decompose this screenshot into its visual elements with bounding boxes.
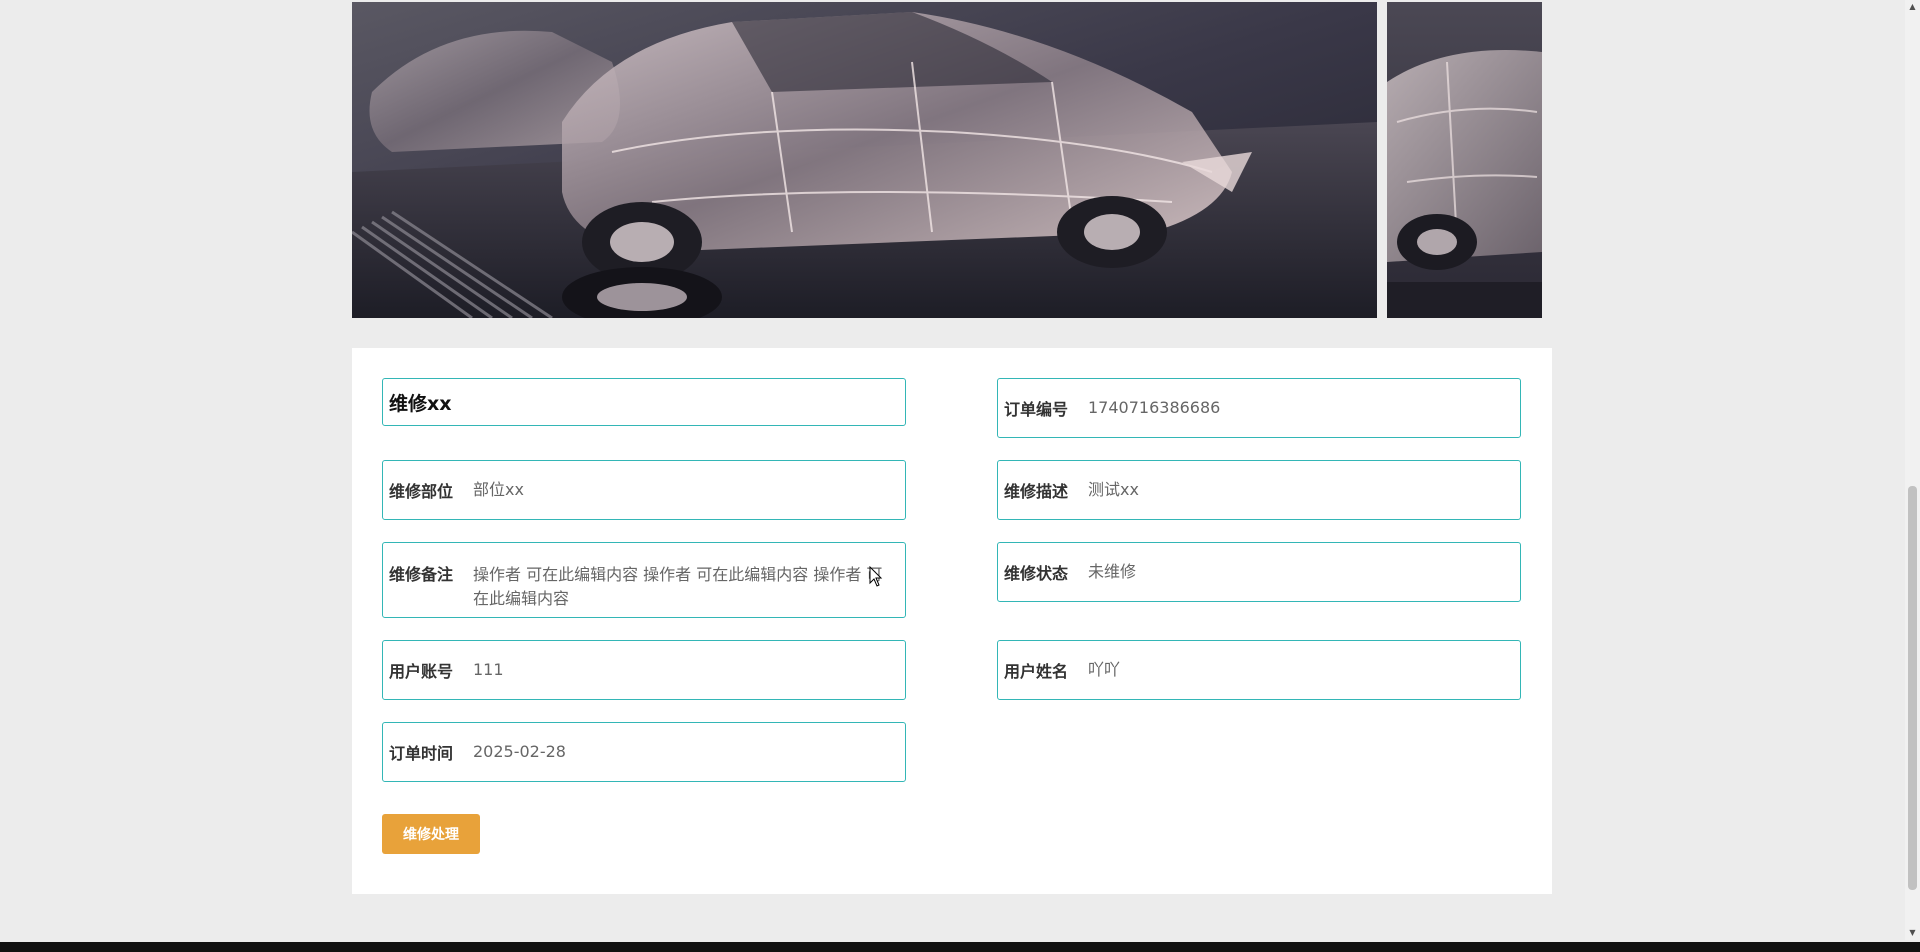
- banner-carousel[interactable]: [352, 0, 1542, 318]
- remark-value[interactable]: 操作者 可在此编辑内容 操作者 可在此编辑内容 操作者 可在此编辑内容: [473, 563, 891, 611]
- scrollbar-thumb[interactable]: [1908, 486, 1917, 890]
- user-account-field[interactable]: 用户账号 111: [382, 640, 906, 700]
- bottom-bar: [0, 942, 1920, 952]
- order-no-field[interactable]: 订单编号 1740716386686: [997, 378, 1521, 438]
- user-name-value: 吖吖: [1088, 660, 1121, 679]
- order-no-value: 1740716386686: [1088, 398, 1221, 417]
- user-account-label: 用户账号: [389, 662, 454, 681]
- user-name-field[interactable]: 用户姓名 吖吖: [997, 640, 1521, 700]
- mouse-cursor-icon: [869, 566, 883, 587]
- remark-field[interactable]: 维修备注 操作者 可在此编辑内容 操作者 可在此编辑内容 操作者 可在此编辑内容: [382, 542, 906, 618]
- user-account-value: 111: [473, 660, 504, 679]
- car-assembly-image: [1387, 2, 1542, 318]
- title-field: 维修xx: [382, 378, 906, 426]
- order-no-label: 订单编号: [1004, 400, 1069, 419]
- part-label: 维修部位: [389, 482, 454, 501]
- status-field[interactable]: 维修状态 未维修: [997, 542, 1521, 602]
- status-label: 维修状态: [1004, 564, 1069, 583]
- order-time-field[interactable]: 订单时间 2025-02-28: [382, 722, 906, 782]
- part-field[interactable]: 维修部位 部位xx: [382, 460, 906, 520]
- repair-detail-panel: 维修xx 订单编号 1740716386686 维修部位 部位xx 维修描述 测…: [352, 348, 1552, 894]
- description-value: 测试xx: [1088, 480, 1139, 499]
- description-field[interactable]: 维修描述 测试xx: [997, 460, 1521, 520]
- part-value: 部位xx: [473, 480, 524, 499]
- description-label: 维修描述: [1004, 482, 1069, 501]
- order-time-value: 2025-02-28: [473, 742, 566, 761]
- banner-slide-next[interactable]: [1387, 2, 1542, 318]
- banner-slide-active[interactable]: [352, 2, 1377, 318]
- page: 维修xx 订单编号 1740716386686 维修部位 部位xx 维修描述 测…: [0, 0, 1920, 952]
- order-time-label: 订单时间: [389, 744, 454, 763]
- repair-process-button[interactable]: 维修处理: [382, 814, 480, 854]
- repair-title: 维修xx: [389, 392, 452, 415]
- remark-label: 维修备注: [389, 565, 454, 584]
- status-value: 未维修: [1088, 562, 1137, 581]
- user-name-label: 用户姓名: [1004, 662, 1069, 681]
- scroll-down-icon[interactable]: ▼: [1905, 926, 1920, 940]
- car-assembly-image: [352, 2, 1377, 318]
- vertical-scrollbar[interactable]: ▲ ▼: [1905, 0, 1920, 940]
- scroll-up-icon[interactable]: ▲: [1905, 0, 1920, 14]
